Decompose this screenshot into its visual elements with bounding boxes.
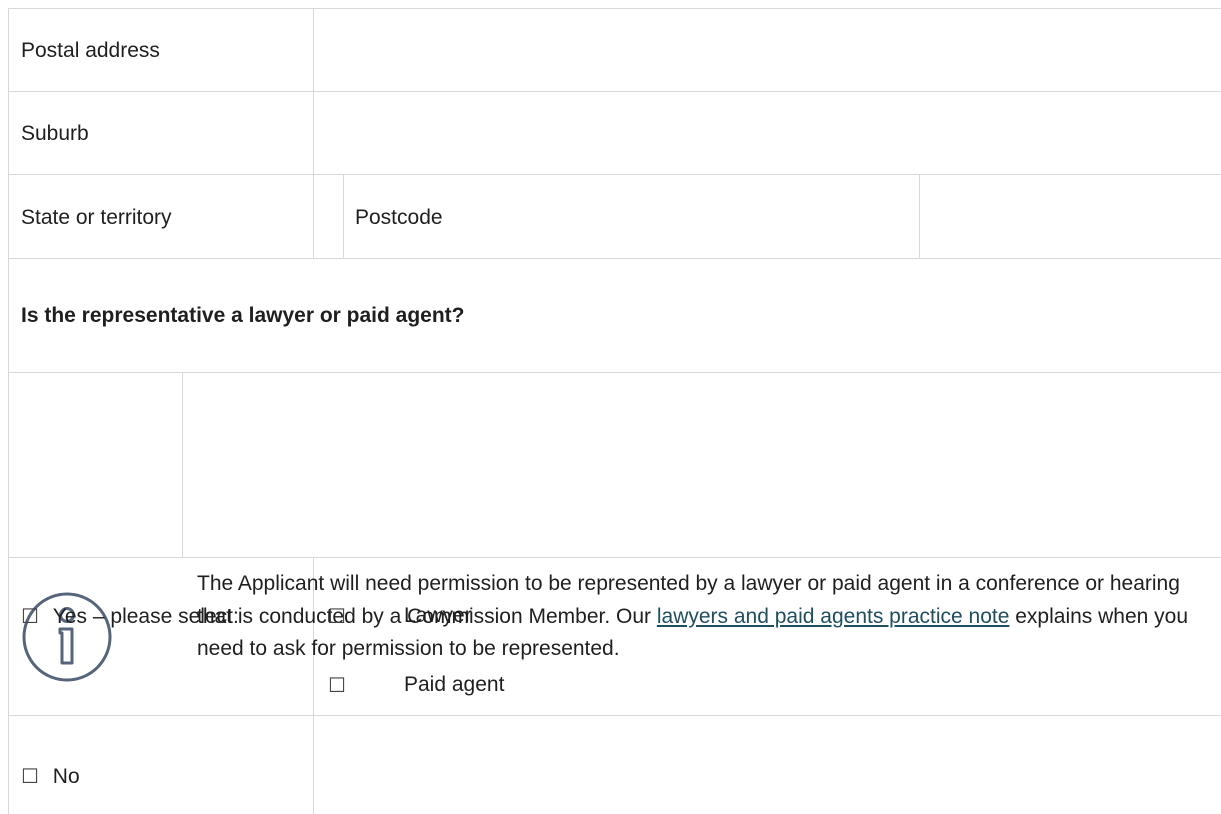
postcode-field[interactable] [920,175,1221,258]
column-divider [343,174,344,258]
postcode-label: Postcode [355,206,443,229]
representative-question: Is the representative a lawyer or paid a… [21,304,465,327]
suburb-field[interactable] [314,92,1221,174]
no-checkbox[interactable]: ☐ [21,764,39,788]
lawyer-checkbox[interactable]: ☐ [328,604,346,628]
yes-checkbox[interactable]: ☐ [21,604,39,628]
yes-option[interactable]: ☐ Yes – please select: [21,602,239,631]
paid-agent-checkbox[interactable]: ☐ [328,673,346,697]
no-option[interactable]: ☐ No [21,762,80,791]
state-label: State or territory [21,206,172,229]
paid-agent-option[interactable]: ☐ [328,671,346,700]
row-divider [8,258,1221,259]
suburb-label: Suburb [21,122,89,145]
lawyer-option[interactable]: ☐ [328,602,346,631]
column-divider [8,8,9,814]
row-divider [8,557,1221,558]
row-divider [8,372,1221,373]
column-divider [182,372,183,557]
info-text: The Applicant will need permission to be… [197,568,1207,666]
postal-address-field[interactable] [314,9,1221,91]
lawyer-label: Lawyer [404,604,472,627]
state-field[interactable] [314,175,343,258]
row-divider [8,715,1221,716]
practice-note-link[interactable]: lawyers and paid agents practice note [657,605,1010,628]
paid-agent-label: Paid agent [404,673,505,696]
no-label: No [52,765,80,788]
yes-label: Yes – please select: [52,605,239,628]
postal-address-label: Postal address [21,39,160,62]
